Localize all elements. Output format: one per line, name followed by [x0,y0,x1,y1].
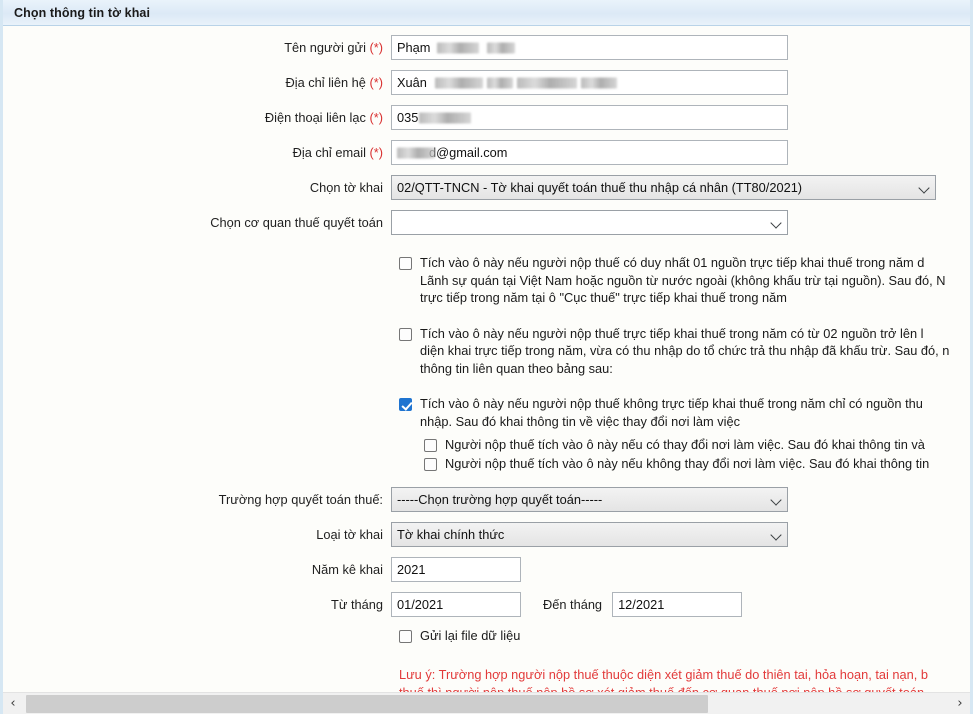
suboption-changed-workplace-text: Người nộp thuế tích vào ô này nếu có tha… [445,436,925,455]
label-phone: Điện thoại liên lạc (*) [3,105,391,131]
phone-input[interactable]: 035 [391,105,788,130]
option-single-source-text: Tích vào ô này nếu người nộp thuế có duy… [420,254,945,307]
form-row-declaration-type: Chọn tờ khai 02/QTT-TNCN - Tờ khai quyết… [3,175,970,201]
option-single-source-row[interactable]: Tích vào ô này nếu người nộp thuế có duy… [391,254,970,307]
phone-wrap: 035 [391,105,788,130]
form-row-declaration-year: Năm kê khai 2021 [3,557,970,583]
scrollbar-thumb[interactable] [26,695,708,713]
label-settlement-case: Trường hợp quyết toán thuế: [3,487,391,513]
form-row-declaration-kind: Loại tờ khai Tờ khai chính thức [3,522,970,548]
suboption-changed-workplace-row[interactable]: Người nộp thuế tích vào ô này nếu có tha… [391,436,970,455]
option-indirect-row[interactable]: Tích vào ô này nếu người nộp thuế không … [391,395,970,430]
resend-datafile-row[interactable]: Gửi lại file dữ liệu [391,627,970,646]
scroll-left-arrow-icon[interactable]: ‹ [3,693,23,714]
form-row-sender-name: Tên người gửi (*) Phạm [3,35,970,61]
form-row-tax-authority: Chọn cơ quan thuế quyết toán [3,210,970,236]
sender-name-wrap: Phạm [391,35,788,60]
checkbox-indirect[interactable] [399,398,412,411]
resend-datafile-label: Gửi lại file dữ liệu [420,627,520,646]
declaration-type-select[interactable]: 02/QTT-TNCN - Tờ khai quyết toán thuế th… [391,175,936,200]
form-row-contact-address: Địa chỉ liên hệ (*) Xuân [3,70,970,96]
declaration-year-input[interactable]: 2021 [391,557,521,582]
sender-name-input[interactable]: Phạm [391,35,788,60]
declaration-info-panel: Chọn thông tin tờ khai Tên người gửi (*)… [0,0,973,714]
label-to-month: Đến tháng [543,597,602,612]
contact-address-input[interactable]: Xuân [391,70,788,95]
label-contact-address: Địa chỉ liên hệ (*) [3,70,391,96]
email-wrap: xxxxxd@gmail.com [391,140,788,165]
required-marker: (*) [369,75,383,90]
label-sender-name: Tên người gửi (*) [3,35,391,61]
checkbox-multi-source[interactable] [399,328,412,341]
page-title: Chọn thông tin tờ khai [14,6,150,20]
option-multi-source-row[interactable]: Tích vào ô này nếu người nộp thuế trực t… [391,325,970,378]
label-declaration-type: Chọn tờ khai [3,175,391,201]
label-from-month: Từ tháng [3,592,391,618]
label-declaration-kind: Loại tờ khai [3,522,391,548]
required-marker: (*) [369,110,383,125]
scrollbar-track[interactable] [23,693,950,714]
label-declaration-year: Năm kê khai [3,557,391,583]
to-month-input[interactable]: 12/2021 [612,592,742,617]
label-tax-authority: Chọn cơ quan thuế quyết toán [3,210,391,236]
contact-address-wrap: Xuân [391,70,788,95]
form-row-month-range: Từ tháng 01/2021 Đến tháng 12/2021 [3,592,970,618]
scroll-right-arrow-icon[interactable]: › [950,693,970,714]
panel-titlebar: Chọn thông tin tờ khai [3,0,970,26]
suboption-unchanged-workplace-text: Người nộp thuế tích vào ô này nếu không … [445,455,929,474]
declaration-kind-select[interactable]: Tờ khai chính thức [391,522,788,547]
option-indirect-text: Tích vào ô này nếu người nộp thuế không … [420,395,923,430]
checkbox-single-source[interactable] [399,257,412,270]
suboption-unchanged-workplace-row[interactable]: Người nộp thuế tích vào ô này nếu không … [391,455,970,474]
horizontal-scrollbar[interactable]: ‹ › [3,692,970,714]
option-multi-source-text: Tích vào ô này nếu người nộp thuế trực t… [420,325,949,378]
from-month-input[interactable]: 01/2021 [391,592,521,617]
form-row-settlement-case: Trường hợp quyết toán thuế: -----Chọn tr… [3,487,970,513]
checkbox-changed-workplace[interactable] [424,439,437,452]
settlement-case-select[interactable]: -----Chọn trường hợp quyết toán----- [391,487,788,512]
form-row-phone: Điện thoại liên lạc (*) 035 [3,105,970,131]
required-marker: (*) [369,40,383,55]
checkbox-unchanged-workplace[interactable] [424,458,437,471]
form-row-email: Địa chỉ email (*) xxxxxd@gmail.com [3,140,970,166]
email-input[interactable]: xxxxxd@gmail.com [391,140,788,165]
tax-authority-select[interactable] [391,210,788,235]
form-body: Tên người gửi (*) Phạm Địa chỉ liên hệ (… [3,26,970,686]
checkbox-resend-datafile[interactable] [399,630,412,643]
label-email: Địa chỉ email (*) [3,140,391,166]
required-marker: (*) [369,145,383,160]
